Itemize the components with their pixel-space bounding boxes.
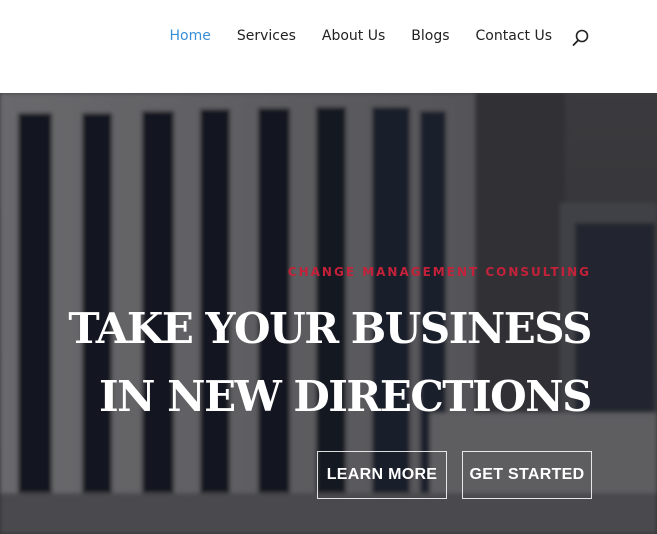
search-icon <box>572 29 589 46</box>
hero-buttons: LEARN MORE GET STARTED <box>317 451 592 499</box>
nav-home[interactable]: Home <box>170 26 211 46</box>
learn-more-button[interactable]: LEARN MORE <box>317 451 447 499</box>
hero-content: CHANGE MANAGEMENT CONSULTING TAKE YOUR B… <box>68 263 592 431</box>
nav-services[interactable]: Services <box>237 26 296 46</box>
hero-eyebrow: CHANGE MANAGEMENT CONSULTING <box>287 265 591 279</box>
nav-blogs[interactable]: Blogs <box>411 26 449 46</box>
nav-about-us[interactable]: About Us <box>322 26 385 46</box>
main-nav: Home Services About Us Blogs Contact Us <box>170 26 553 46</box>
site-header: Home Services About Us Blogs Contact Us <box>0 0 657 93</box>
hero-headline-line-2: IN NEW DIRECTIONS <box>99 372 592 421</box>
nav-contact-us[interactable]: Contact Us <box>476 26 552 46</box>
search-button[interactable] <box>571 28 591 48</box>
hero-headline: TAKE YOUR BUSINESS IN NEW DIRECTIONS <box>68 295 592 431</box>
hero-section: CHANGE MANAGEMENT CONSULTING TAKE YOUR B… <box>0 93 657 534</box>
get-started-button[interactable]: GET STARTED <box>462 451 592 499</box>
hero-headline-line-1: TAKE YOUR BUSINESS <box>68 304 592 353</box>
